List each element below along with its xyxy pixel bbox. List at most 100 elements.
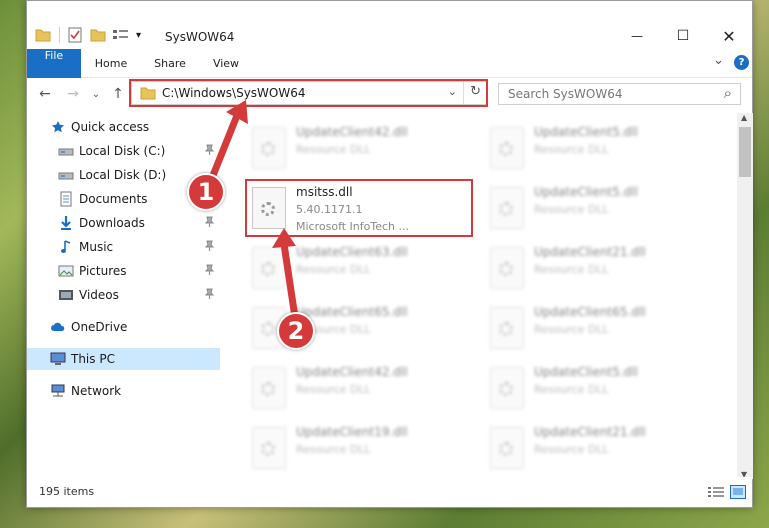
close-icon: ✕ xyxy=(722,26,736,46)
tab-share[interactable]: Share xyxy=(143,49,197,77)
scroll-up-icon[interactable]: ▲ xyxy=(741,113,747,122)
file-item[interactable]: UpdateClient5.dll Resource DLL xyxy=(484,361,704,413)
address-dropdown-icon[interactable]: ⌄ xyxy=(448,85,457,98)
details-view-icon[interactable] xyxy=(708,486,724,498)
expand-ribbon-icon[interactable]: ⌄ xyxy=(713,53,724,68)
dll-file-icon xyxy=(490,367,524,409)
sidebar-item-music[interactable]: Music xyxy=(27,236,220,258)
sidebar-item-label: Quick access xyxy=(71,120,150,134)
dll-file-icon xyxy=(252,427,286,469)
scrollbar-thumb[interactable] xyxy=(739,127,751,177)
sidebar-item-onedrive[interactable]: OneDrive xyxy=(27,316,220,338)
cloud-icon xyxy=(49,319,67,335)
file-type: Resource DLL xyxy=(534,203,609,216)
sidebar-item-label: Videos xyxy=(79,288,119,302)
new-folder-icon[interactable] xyxy=(90,28,106,42)
minimize-button[interactable]: — xyxy=(614,23,660,49)
pictures-icon xyxy=(57,263,75,279)
sidebar-item-downloads[interactable]: Downloads xyxy=(27,212,220,234)
address-path: C:\Windows\SysWOW64 xyxy=(162,86,306,100)
file-type: Resource DLL xyxy=(534,263,609,276)
title-bar: ▾ SysWOW64 — ☐ ✕ xyxy=(27,1,752,49)
file-type: Resource DLL xyxy=(534,443,609,456)
folder-icon xyxy=(35,29,51,42)
sidebar-item-pictures[interactable]: Pictures xyxy=(27,260,220,282)
pc-icon xyxy=(49,351,67,367)
maximize-icon: ☐ xyxy=(676,28,690,44)
dll-file-icon xyxy=(490,427,524,469)
pin-icon xyxy=(204,144,215,158)
file-name: UpdateClient21.dll xyxy=(534,425,646,439)
recent-locations-button[interactable]: ⌄ xyxy=(89,84,103,104)
refresh-icon[interactable]: ↻ xyxy=(470,84,481,99)
forward-button[interactable]: → xyxy=(63,84,83,104)
sidebar-item-label: Pictures xyxy=(79,264,127,278)
sidebar-item-videos[interactable]: Videos xyxy=(27,284,220,306)
sidebar-item-network[interactable]: Network xyxy=(27,380,220,402)
search-icon: ⌕ xyxy=(723,84,732,102)
dll-file-icon xyxy=(252,367,286,409)
tab-home[interactable]: Home xyxy=(85,49,137,77)
sidebar-item-label: OneDrive xyxy=(71,320,128,334)
search-input[interactable]: Search SysWOW64 ⌕ xyxy=(498,83,741,105)
file-name: UpdateClient42.dll xyxy=(296,125,408,139)
up-arrow-icon: ↑ xyxy=(112,86,124,102)
window-title: SysWOW64 xyxy=(165,30,235,44)
dll-file-icon xyxy=(252,187,286,229)
properties-icon[interactable] xyxy=(68,27,82,43)
sidebar-item-label: Local Disk (D:) xyxy=(79,168,167,182)
back-arrow-icon: ← xyxy=(39,86,51,102)
file-item[interactable]: UpdateClient19.dll Resource DLL xyxy=(246,421,466,473)
file-item[interactable]: UpdateClient21.dll Resource DLL xyxy=(484,421,704,473)
file-item[interactable]: UpdateClient5.dll Resource DLL xyxy=(484,121,704,173)
sidebar-item-this-pc[interactable]: This PC xyxy=(27,348,220,370)
sidebar-item-local-disk-c[interactable]: Local Disk (C:) xyxy=(27,140,220,162)
folder-icon xyxy=(140,87,156,100)
downloads-icon xyxy=(57,215,75,231)
file-item[interactable]: UpdateClient65.dll Resource DLL xyxy=(484,301,704,353)
address-bar[interactable]: C:\Windows\SysWOW64 ⌄ ↻ xyxy=(131,81,488,105)
forward-arrow-icon: → xyxy=(67,86,79,102)
file-item-highlighted[interactable]: msitss.dll 5.40.1171.1 Microsoft InfoTec… xyxy=(246,181,466,233)
close-button[interactable]: ✕ xyxy=(706,23,752,49)
file-item[interactable]: UpdateClient21.dll Resource DLL xyxy=(484,241,704,293)
quick-access-toolbar: ▾ xyxy=(35,27,141,43)
vertical-scrollbar[interactable]: ▲ ▼ xyxy=(737,113,753,479)
back-button[interactable]: ← xyxy=(35,84,55,104)
pin-icon xyxy=(204,216,215,230)
network-icon xyxy=(49,383,67,399)
tab-view[interactable]: View xyxy=(201,49,251,77)
sidebar-item-quick-access[interactable]: Quick access xyxy=(27,116,220,138)
help-icon[interactable]: ? xyxy=(734,55,749,70)
item-count: 195 items xyxy=(39,485,95,498)
search-placeholder: Search SysWOW64 xyxy=(508,87,623,101)
videos-icon xyxy=(57,287,75,303)
view-options-icon[interactable] xyxy=(112,28,130,42)
pin-icon xyxy=(204,264,215,278)
file-item[interactable]: UpdateClient42.dll Resource DLL xyxy=(246,361,466,413)
file-item[interactable]: UpdateClient42.dll Resource DLL xyxy=(246,121,466,173)
pin-icon xyxy=(204,240,215,254)
dll-file-icon xyxy=(490,127,524,169)
file-item[interactable]: UpdateClient63.dll Resource DLL xyxy=(246,241,466,293)
annotation-badge-1: 1 xyxy=(187,173,225,211)
maximize-button[interactable]: ☐ xyxy=(660,23,706,49)
dll-file-icon xyxy=(490,307,524,349)
chevron-down-icon: ⌄ xyxy=(91,88,101,100)
file-name: UpdateClient19.dll xyxy=(296,425,408,439)
drive-icon xyxy=(57,167,75,183)
star-icon xyxy=(49,119,67,135)
file-item[interactable]: UpdateClient5.dll Resource DLL xyxy=(484,181,704,233)
file-name: UpdateClient5.dll xyxy=(534,125,638,139)
file-type: Resource DLL xyxy=(534,143,609,156)
toolbar-divider xyxy=(59,27,60,43)
navigation-pane: Quick access Local Disk (C:) Local Disk (D… xyxy=(27,113,220,479)
file-explorer-window: ▾ SysWOW64 — ☐ ✕ File Home Share View ⌄ … xyxy=(26,0,753,508)
sidebar-item-label: Music xyxy=(79,240,114,254)
ribbon-tabs: File Home Share View ⌄ ? xyxy=(27,49,752,101)
customize-toolbar-icon[interactable]: ▾ xyxy=(136,30,141,41)
file-name: UpdateClient63.dll xyxy=(296,245,408,259)
documents-icon xyxy=(57,191,75,207)
large-icons-view-icon[interactable] xyxy=(730,485,746,499)
up-button[interactable]: ↑ xyxy=(109,84,127,104)
